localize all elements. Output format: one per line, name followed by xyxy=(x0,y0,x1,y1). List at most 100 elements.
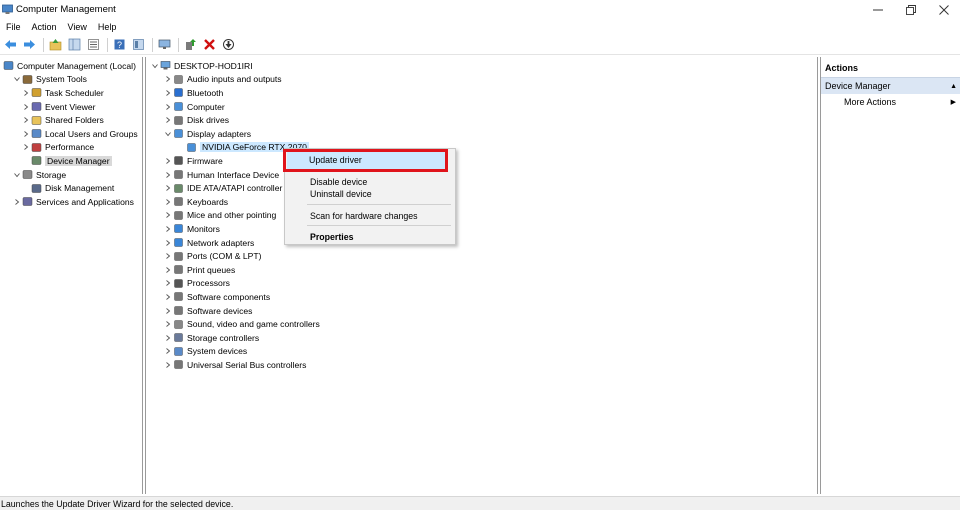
device-tree-root[interactable]: DESKTOP-HOD1IRI xyxy=(150,59,253,73)
chevron-right-icon[interactable] xyxy=(163,292,172,301)
chevron-right-icon[interactable] xyxy=(163,279,172,288)
console-tree-item[interactable]: Device Manager xyxy=(21,154,112,168)
chevron-right-icon[interactable] xyxy=(163,320,172,329)
device-category[interactable]: Print queues xyxy=(163,263,235,277)
console-tree-item[interactable]: Services and Applications xyxy=(12,195,134,209)
device-category[interactable]: IDE ATA/ATAPI controller xyxy=(163,181,282,195)
back-button[interactable] xyxy=(2,36,19,53)
device-label: Software components xyxy=(187,291,271,302)
chevron-right-icon[interactable] xyxy=(163,265,172,274)
device-category[interactable]: Software components xyxy=(163,290,270,304)
more-actions-link[interactable]: More Actions xyxy=(844,97,896,107)
menu-file[interactable]: File xyxy=(6,22,21,32)
device-tree-pane[interactable]: DESKTOP-HOD1IRI Audio inputs and outputs B… xyxy=(145,57,818,494)
chevron-right-icon[interactable] xyxy=(21,88,30,97)
device-category[interactable]: Computer xyxy=(163,100,225,114)
uninstall-device-button[interactable] xyxy=(201,36,218,53)
device-category[interactable]: Keyboards xyxy=(163,195,228,209)
console-tree-item[interactable]: System Tools xyxy=(12,73,87,87)
chevron-right-icon[interactable] xyxy=(12,197,21,206)
console-tree-item[interactable]: Shared Folders xyxy=(21,113,104,127)
tree-node-icon xyxy=(31,183,42,194)
menu-view[interactable]: View xyxy=(68,22,87,32)
device-category[interactable]: Ports (COM & LPT) xyxy=(163,249,262,263)
help-button[interactable]: ? xyxy=(111,36,128,53)
chevron-down-icon[interactable] xyxy=(12,170,21,179)
chevron-right-icon[interactable] xyxy=(163,211,172,220)
device-category[interactable]: Processors xyxy=(163,277,230,291)
chevron-right-icon[interactable] xyxy=(21,102,30,111)
chevron-down-icon[interactable] xyxy=(12,75,21,84)
menu-help[interactable]: Help xyxy=(98,22,117,32)
ctx-disable-device[interactable]: Disable device xyxy=(310,177,367,187)
chevron-right-icon[interactable] xyxy=(163,102,172,111)
device-category[interactable]: System devices xyxy=(163,345,247,359)
console-tree-item[interactable]: Local Users and Groups xyxy=(21,127,138,141)
collapse-triangle-icon[interactable]: ▲ xyxy=(950,83,957,90)
monitor-button[interactable] xyxy=(156,36,173,53)
console-tree-pane[interactable]: Computer Management (Local) System Tools T… xyxy=(0,57,143,494)
device-category[interactable]: Firmware xyxy=(163,154,223,168)
chevron-right-icon[interactable] xyxy=(163,360,172,369)
update-driver-toolbar-button[interactable] xyxy=(182,36,199,53)
device-category[interactable]: Monitors xyxy=(163,222,220,236)
ctx-properties[interactable]: Properties xyxy=(310,232,354,242)
list-view-button[interactable] xyxy=(85,36,102,53)
device-category[interactable]: Storage controllers xyxy=(163,331,259,345)
chevron-right-icon[interactable] xyxy=(163,333,172,342)
forward-button[interactable] xyxy=(21,36,38,53)
device-label: Bluetooth xyxy=(187,87,224,98)
device-category[interactable]: Universal Serial Bus controllers xyxy=(163,358,306,372)
chevron-down-icon[interactable] xyxy=(163,129,172,138)
device-category[interactable]: Human Interface Device xyxy=(163,168,279,182)
chevron-right-icon[interactable] xyxy=(163,88,172,97)
device-category-icon xyxy=(173,319,184,330)
device-category[interactable]: Display adapters xyxy=(163,127,251,141)
tree-node-icon xyxy=(31,142,42,153)
device-category[interactable]: Disk drives xyxy=(163,113,229,127)
device-category[interactable]: Software devices xyxy=(163,304,252,318)
console-tree-item[interactable]: Performance xyxy=(21,141,94,155)
disable-device-button[interactable] xyxy=(220,36,237,53)
minimize-button[interactable] xyxy=(861,0,894,19)
ctx-uninstall-device[interactable]: Uninstall device xyxy=(310,189,372,199)
device-category[interactable]: Network adapters xyxy=(163,236,254,250)
tree-node-icon xyxy=(31,155,42,166)
menu-action[interactable]: Action xyxy=(32,22,57,32)
console-tree-item[interactable]: Event Viewer xyxy=(21,100,95,114)
chevron-right-icon[interactable] xyxy=(21,129,30,138)
properties-icon xyxy=(133,39,144,50)
console-tree-item[interactable]: Task Scheduler xyxy=(21,86,104,100)
device-category[interactable]: Audio inputs and outputs xyxy=(163,73,282,87)
device-category[interactable]: Sound, video and game controllers xyxy=(163,317,320,331)
properties-view-button[interactable] xyxy=(130,36,147,53)
submenu-arrow-icon[interactable]: ▶ xyxy=(951,98,956,106)
chevron-right-icon[interactable] xyxy=(163,224,172,233)
up-folder-button[interactable] xyxy=(47,36,64,53)
restore-button[interactable] xyxy=(894,0,927,19)
chevron-down-icon[interactable] xyxy=(150,61,159,70)
chevron-right-icon[interactable] xyxy=(163,184,172,193)
chevron-right-icon[interactable] xyxy=(163,75,172,84)
console-tree-label: Local Users and Groups xyxy=(45,128,138,139)
show-hide-tree-button[interactable] xyxy=(66,36,83,53)
console-tree-item[interactable]: Computer Management (Local) xyxy=(3,59,136,73)
device-category[interactable]: Bluetooth xyxy=(163,86,223,100)
chevron-right-icon[interactable] xyxy=(163,197,172,206)
ctx-scan-hardware[interactable]: Scan for hardware changes xyxy=(310,211,418,221)
chevron-right-icon[interactable] xyxy=(163,306,172,315)
console-tree-item[interactable]: Storage xyxy=(12,168,66,182)
chevron-right-icon[interactable] xyxy=(163,116,172,125)
chevron-right-icon[interactable] xyxy=(163,238,172,247)
console-tree-item[interactable]: Disk Management xyxy=(21,181,114,195)
actions-section-device-manager[interactable]: Device Manager ▲ xyxy=(821,77,960,94)
chevron-right-icon[interactable] xyxy=(21,116,30,125)
chevron-right-icon[interactable] xyxy=(21,143,30,152)
device-category[interactable]: Mice and other pointing xyxy=(163,209,276,223)
chevron-right-icon[interactable] xyxy=(163,170,172,179)
chevron-right-icon[interactable] xyxy=(163,252,172,261)
chevron-right-icon[interactable] xyxy=(163,347,172,356)
close-button[interactable] xyxy=(927,0,960,19)
device-category-icon xyxy=(173,359,184,370)
chevron-right-icon[interactable] xyxy=(163,156,172,165)
